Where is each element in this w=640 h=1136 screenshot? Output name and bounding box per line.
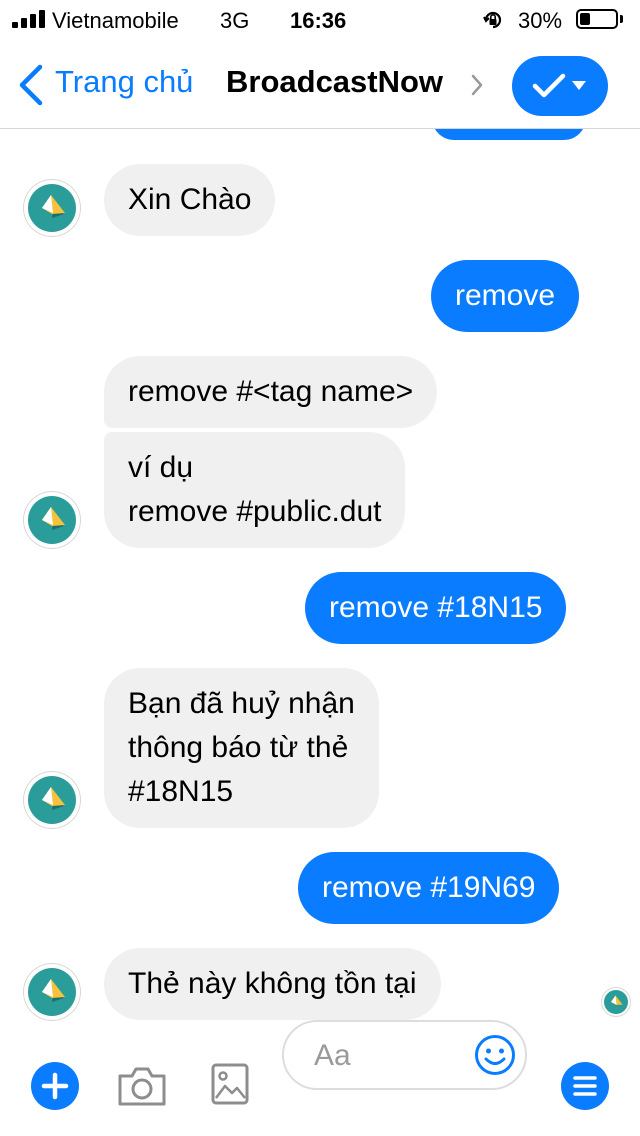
message-line: Bạn đã huỷ nhận xyxy=(128,687,355,720)
page-title: BroadcastNow xyxy=(226,64,444,99)
message-bubble-incoming[interactable]: Thẻ này không tồn tại xyxy=(104,948,441,1020)
nav-bar: Trang chủ BroadcastNow xyxy=(0,40,640,129)
chevron-left-icon xyxy=(19,64,43,106)
broadcast-logo-icon xyxy=(28,184,76,232)
menu-icon xyxy=(573,1076,597,1096)
camera-icon xyxy=(118,1067,166,1106)
message-bubble-outgoing[interactable]: remove #18N15 xyxy=(305,572,567,644)
status-bar: Vietnamobile 3G 16:36 30% xyxy=(0,0,640,40)
broadcast-logo-icon xyxy=(604,990,628,1014)
smiley-icon xyxy=(475,1035,515,1075)
message-line: thông báo từ thẻ xyxy=(128,731,349,764)
plus-icon xyxy=(41,1072,69,1100)
back-label: Trang chủ xyxy=(55,64,194,99)
message-text: remove #18N15 xyxy=(329,591,543,624)
bot-avatar[interactable] xyxy=(24,180,80,236)
message-text: Thẻ này không tồn tại xyxy=(128,967,417,1000)
battery-tip xyxy=(620,15,623,23)
read-receipt-avatar xyxy=(602,988,630,1016)
conversation-title-button[interactable]: BroadcastNow xyxy=(220,40,495,128)
bot-avatar[interactable] xyxy=(24,772,80,828)
message-bubble-incoming[interactable]: Xin Chào xyxy=(104,164,276,236)
message-composer[interactable] xyxy=(282,1020,527,1090)
message-line: remove #public.dut xyxy=(128,495,382,528)
image-icon xyxy=(211,1063,249,1105)
message-line: #18N15 xyxy=(128,775,234,808)
message-bubble-outgoing[interactable]: remove xyxy=(431,260,580,332)
chevron-right-icon xyxy=(471,74,483,96)
rotation-lock-icon xyxy=(483,11,502,29)
message-line: ví dụ xyxy=(128,451,194,484)
bot-avatar[interactable] xyxy=(24,964,80,1020)
signal-icon xyxy=(12,10,48,28)
menu-button[interactable] xyxy=(561,1062,609,1110)
carrier-name: Vietnamobile xyxy=(52,8,179,33)
message-text: remove #19N69 xyxy=(322,871,536,904)
broadcast-logo-icon xyxy=(28,496,76,544)
message-bubble-incoming[interactable]: Bạn đã huỷ nhận thông báo từ thẻ #18N15 xyxy=(104,668,379,828)
camera-button[interactable] xyxy=(116,1064,168,1108)
caret-down-icon xyxy=(572,81,586,90)
message-bubble-outgoing[interactable]: remove #19N69 xyxy=(298,852,560,924)
message-text: Xin Chào xyxy=(128,183,252,216)
message-bubble-incoming[interactable]: ví dụ remove #public.dut xyxy=(104,432,406,548)
message-input[interactable] xyxy=(312,1032,466,1080)
emoji-button[interactable] xyxy=(474,1034,516,1076)
battery-percent: 30% xyxy=(518,8,563,33)
gallery-button[interactable] xyxy=(210,1062,250,1106)
bot-avatar[interactable] xyxy=(24,492,80,548)
get-started-action-button[interactable] xyxy=(512,56,608,116)
back-button[interactable]: Trang chủ xyxy=(0,40,215,128)
broadcast-logo-icon xyxy=(28,776,76,824)
message-text: remove xyxy=(455,279,556,312)
message-text: remove #<tag name> xyxy=(128,375,414,408)
add-button[interactable] xyxy=(31,1062,79,1110)
broadcast-logo-icon xyxy=(28,968,76,1016)
message-bubble-incoming[interactable]: remove #<tag name> xyxy=(104,356,438,428)
battery-icon xyxy=(576,9,618,29)
checkmark-icon xyxy=(532,73,566,98)
network-type: 3G xyxy=(220,8,250,33)
clock: 16:36 xyxy=(290,8,347,33)
